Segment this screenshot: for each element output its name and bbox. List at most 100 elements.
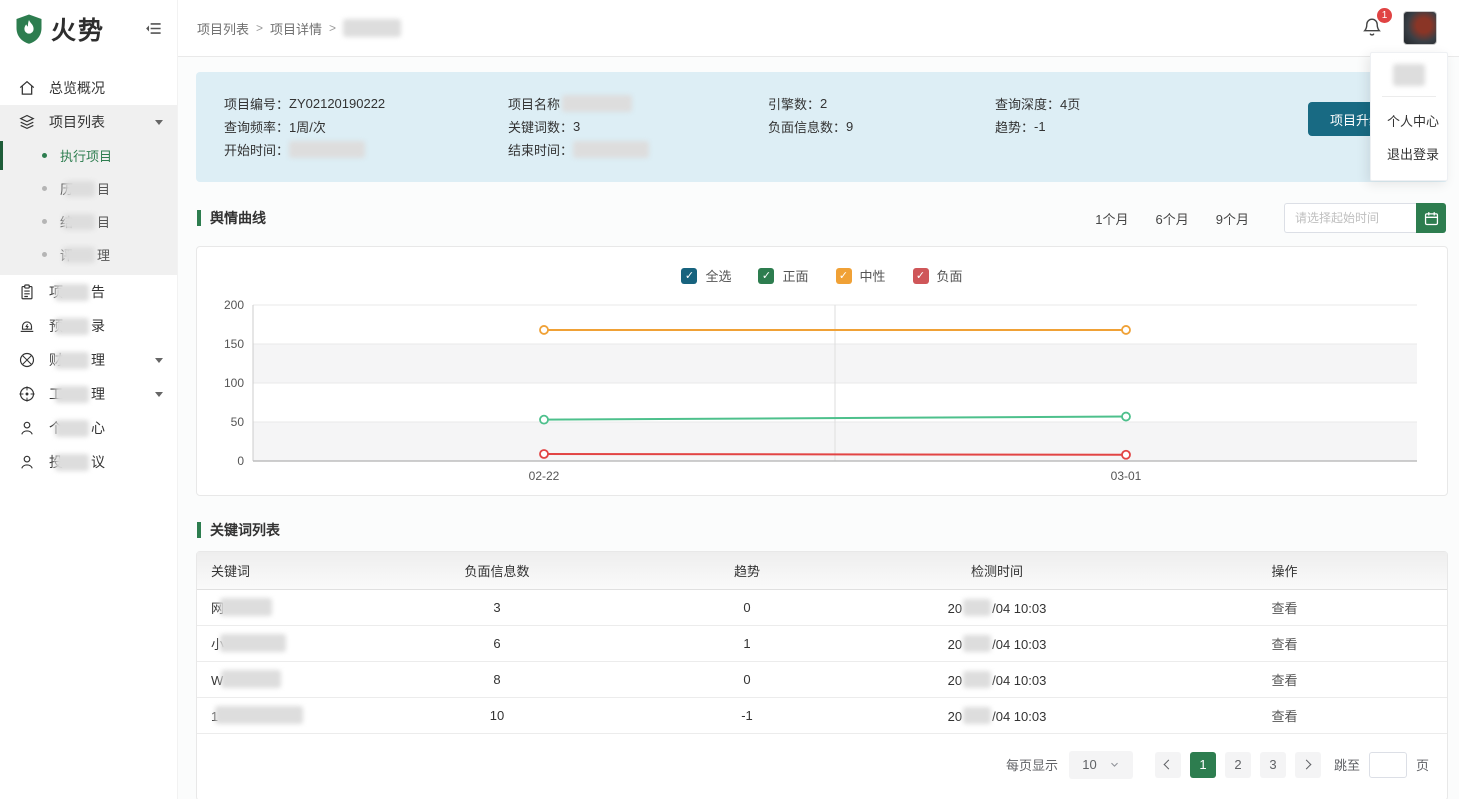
keyword-table-card: 关键词 负面信息数 趋势 检测时间 操作 网 3 0 20/04 10:03 xyxy=(196,551,1448,799)
svg-text:0: 0 xyxy=(237,454,244,468)
sidebar-subitem-blurred-3[interactable]: 评 理 xyxy=(0,238,177,271)
alarm-icon xyxy=(17,317,36,336)
notification-badge: 1 xyxy=(1377,8,1392,23)
start-time-label: 开始时间： xyxy=(224,140,289,159)
engines-value: 2 xyxy=(820,96,827,111)
negative-value: 9 xyxy=(846,119,853,134)
breadcrumb-project-list[interactable]: 项目列表 xyxy=(197,19,249,38)
page-button-1[interactable]: 1 xyxy=(1190,752,1216,778)
page-button-2[interactable]: 2 xyxy=(1225,752,1251,778)
table-row: 网 3 0 20/04 10:03 查看 xyxy=(197,589,1447,625)
sidebar-item-workorder[interactable]: 工 理 xyxy=(0,377,177,411)
chevron-down-icon xyxy=(1109,759,1120,770)
keyword-blurred xyxy=(220,634,286,652)
logo-row: 火势 xyxy=(0,0,177,57)
user-icon xyxy=(17,419,36,438)
time-suffix: /04 10:03 xyxy=(992,709,1046,724)
calendar-button[interactable] xyxy=(1416,203,1446,233)
sidebar-subitem-blurred-2[interactable]: 结 目 xyxy=(0,205,177,238)
filter-1-month[interactable]: 1个月 xyxy=(1095,209,1128,228)
col-header-trend: 趋势 xyxy=(622,552,872,589)
brand-shield-icon xyxy=(14,13,44,45)
breadcrumb-project-detail[interactable]: 项目详情 xyxy=(270,19,322,38)
date-picker xyxy=(1284,203,1446,233)
checkbox-checked-icon[interactable]: ✓ xyxy=(681,268,697,284)
sidebar-subitem-blurred-1[interactable]: 历 目 xyxy=(0,172,177,205)
next-page-button[interactable] xyxy=(1295,752,1321,778)
negative-label: 负面信息数： xyxy=(768,117,846,136)
sidebar-subitem-label: 理 xyxy=(97,245,110,264)
legend-label: 负面 xyxy=(937,266,963,285)
sidebar-item-label: 总览概况 xyxy=(49,78,105,98)
page-unit-label: 页 xyxy=(1416,755,1429,774)
keyword-blurred xyxy=(221,670,281,688)
col-header-time: 检测时间 xyxy=(872,552,1122,589)
view-link[interactable]: 查看 xyxy=(1271,601,1297,616)
legend-positive[interactable]: ✓ 正面 xyxy=(758,266,808,285)
blurred-text xyxy=(55,352,89,369)
content: 项目编号：ZY02120190222 查询频率：1周/次 开始时间： 项目名称 … xyxy=(178,57,1459,799)
view-link[interactable]: 查看 xyxy=(1271,637,1297,652)
topbar: 项目列表 > 项目详情 > 1 xyxy=(178,0,1459,57)
avatar[interactable] xyxy=(1403,11,1437,45)
checkbox-checked-icon[interactable]: ✓ xyxy=(758,268,774,284)
bullet-icon xyxy=(42,186,47,191)
negative-count: 8 xyxy=(372,661,622,697)
checkbox-checked-icon[interactable]: ✓ xyxy=(913,268,929,284)
blurred-text xyxy=(55,420,89,437)
menu-item-logout[interactable]: 退出登录 xyxy=(1371,137,1447,170)
bullet-icon xyxy=(42,219,47,224)
info-col-3: 引擎数：2 负面信息数：9 xyxy=(768,92,995,161)
sidebar-item-suggestions[interactable]: 投 议 xyxy=(0,445,177,479)
legend-label: 全选 xyxy=(705,266,731,285)
time-suffix: /04 10:03 xyxy=(992,673,1046,688)
layers-icon xyxy=(17,113,36,132)
time-suffix: /04 10:03 xyxy=(992,637,1046,652)
chart-section-title: 舆情曲线 xyxy=(197,210,266,226)
trend-value: 0 xyxy=(622,661,872,697)
page-button-3[interactable]: 3 xyxy=(1260,752,1286,778)
view-link[interactable]: 查看 xyxy=(1271,709,1297,724)
trend-value: 0 xyxy=(622,589,872,625)
notifications-button[interactable]: 1 xyxy=(1361,16,1383,40)
per-page-select[interactable]: 10 xyxy=(1069,751,1133,779)
jump-page-input[interactable] xyxy=(1369,752,1407,778)
filter-6-month[interactable]: 6个月 xyxy=(1156,209,1189,228)
view-link[interactable]: 查看 xyxy=(1271,673,1297,688)
sidebar-item-label: 理 xyxy=(91,384,105,404)
table-section-header: 关键词列表 xyxy=(197,522,1446,538)
time-suffix: /04 10:03 xyxy=(992,601,1046,616)
legend-select-all[interactable]: ✓ 全选 xyxy=(681,266,731,285)
engines-label: 引擎数： xyxy=(768,94,820,113)
trend-value: -1 xyxy=(1034,119,1046,134)
sidebar-item-profile[interactable]: 个 心 xyxy=(0,411,177,445)
legend-neutral[interactable]: ✓ 中性 xyxy=(836,266,886,285)
blurred-text xyxy=(63,247,95,263)
time-prefix: 20 xyxy=(948,673,962,688)
legend-negative[interactable]: ✓ 负面 xyxy=(913,266,963,285)
sidebar-subitem-executing[interactable]: 执行项目 xyxy=(0,139,177,172)
sidebar-item-project-list[interactable]: 项目列表 xyxy=(0,105,177,139)
sidebar-item-overview[interactable]: 总览概况 xyxy=(0,71,177,105)
sidebar: 火势 总览概况 xyxy=(0,0,178,799)
start-date-input[interactable] xyxy=(1284,203,1416,233)
prev-page-button[interactable] xyxy=(1155,752,1181,778)
per-page-value: 10 xyxy=(1082,757,1096,772)
sidebar-item-finance[interactable]: 财 理 xyxy=(0,343,177,377)
checkbox-checked-icon[interactable]: ✓ xyxy=(836,268,852,284)
table-header-row: 关键词 负面信息数 趋势 检测时间 操作 xyxy=(197,552,1447,589)
project-name-label: 项目名称 xyxy=(508,94,560,113)
menu-item-profile-center[interactable]: 个人中心 xyxy=(1371,104,1447,137)
sidebar-item-report[interactable]: 项 告 xyxy=(0,275,177,309)
freq-value: 1周/次 xyxy=(289,117,326,136)
time-blurred xyxy=(963,671,991,688)
svg-text:50: 50 xyxy=(231,415,245,429)
filter-9-month[interactable]: 9个月 xyxy=(1216,209,1249,228)
svg-text:03-01: 03-01 xyxy=(1111,469,1142,483)
sidebar-collapse-icon[interactable] xyxy=(144,19,163,38)
app: 火势 总览概况 xyxy=(0,0,1459,799)
sidebar-subitem-label: 目 xyxy=(97,179,110,198)
breadcrumb-blurred-project-name xyxy=(343,19,401,37)
sidebar-item-alerts[interactable]: 预 录 xyxy=(0,309,177,343)
clipboard-icon xyxy=(17,283,36,302)
